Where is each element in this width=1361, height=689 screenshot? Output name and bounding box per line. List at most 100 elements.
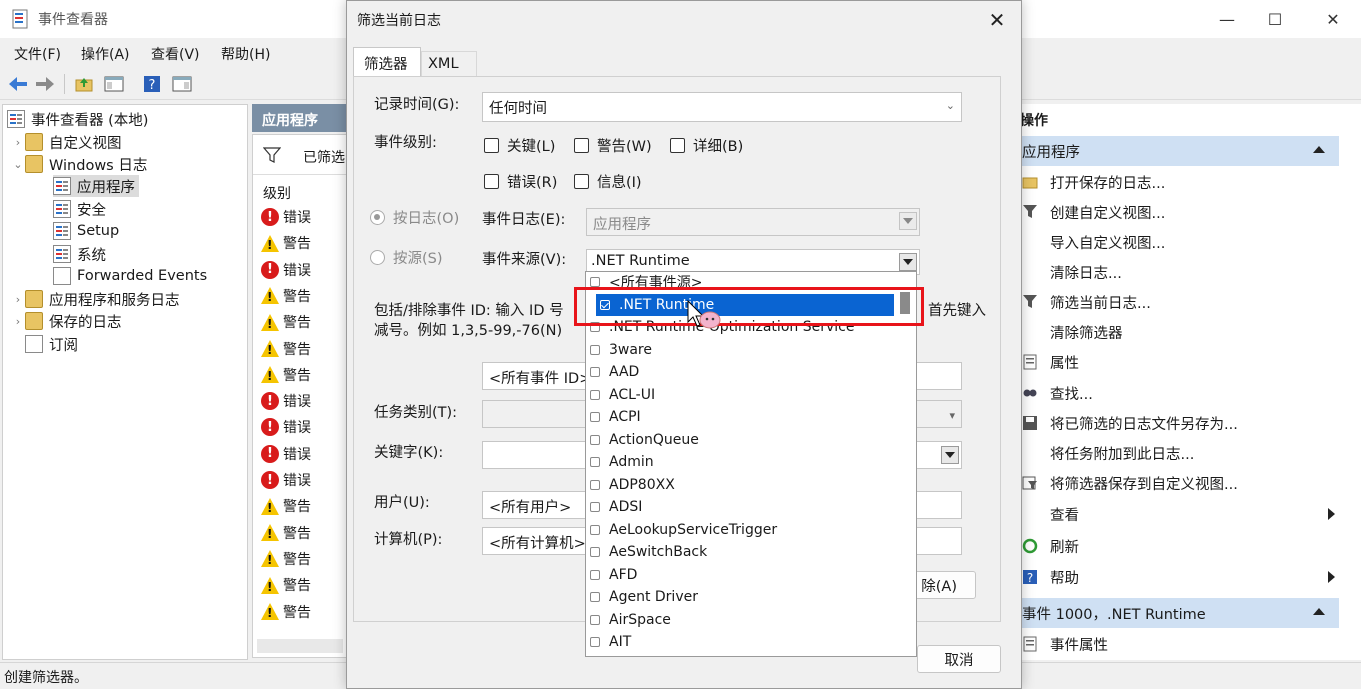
checkbox-icon[interactable] — [590, 344, 600, 355]
dropdown-item[interactable]: AAD — [586, 361, 896, 384]
chevron-right-icon[interactable]: › — [11, 293, 25, 306]
tree-item-security[interactable]: 安全 — [53, 198, 106, 220]
action-item[interactable]: 查找... — [1050, 383, 1093, 404]
horizontal-scrollbar[interactable] — [257, 639, 343, 653]
action-item[interactable]: 帮助 — [1050, 567, 1079, 588]
action-event-properties[interactable]: 事件属性 — [1050, 634, 1108, 655]
table-row[interactable]: 警告 — [261, 547, 311, 571]
checkbox-icon[interactable] — [590, 277, 600, 288]
checkbox-icon[interactable] — [590, 637, 600, 648]
action-item[interactable]: 清除日志... — [1050, 262, 1122, 283]
table-row[interactable]: 警告 — [261, 494, 311, 518]
help-icon[interactable]: ? — [140, 72, 164, 96]
dropdown-item[interactable]: AFD — [586, 564, 896, 587]
table-row[interactable]: 警告 — [261, 284, 311, 308]
tree-item-saved-logs[interactable]: › 保存的日志 — [11, 310, 122, 332]
action-item[interactable]: 清除筛选器 — [1050, 322, 1123, 343]
action-item[interactable]: 查看 — [1050, 504, 1079, 525]
checkbox-icon[interactable] — [590, 614, 600, 625]
table-row[interactable]: 警告 — [261, 600, 311, 624]
dropdown-item[interactable]: AeLookupServiceTrigger — [586, 519, 896, 542]
show-action-pane-icon[interactable] — [170, 72, 194, 96]
chevron-down-icon[interactable]: ⌄ — [11, 158, 25, 171]
table-row[interactable]: ! 错误 — [261, 442, 311, 466]
actions-section-application[interactable]: 应用程序 — [1020, 136, 1339, 166]
menu-action[interactable]: 操作(A) — [81, 44, 130, 64]
action-item[interactable]: 导入自定义视图... — [1050, 232, 1165, 253]
maximize-button[interactable]: ☐ — [1252, 6, 1298, 32]
tree-root[interactable]: 事件查看器 (本地) — [7, 108, 148, 130]
action-item[interactable]: 筛选当前日志... — [1050, 292, 1151, 313]
radio-by-log[interactable]: 按日志(O) — [370, 207, 459, 228]
dropdown-item[interactable]: ACL-UI — [586, 384, 896, 407]
menu-view[interactable]: 查看(V) — [151, 44, 200, 64]
dropdown-item[interactable]: 3ware — [586, 339, 896, 362]
table-row[interactable]: ! 错误 — [261, 415, 311, 439]
dropdown-arrow-icon[interactable] — [941, 446, 959, 464]
dropdown-item[interactable]: ADP80XX — [586, 474, 896, 497]
checkbox-icon[interactable] — [590, 547, 600, 558]
dropdown-item[interactable]: ActionQueue — [586, 429, 896, 452]
checkbox-error[interactable]: 错误(R) — [484, 171, 557, 192]
dropdown-item[interactable]: Admin — [586, 451, 896, 474]
tree-item-subscriptions[interactable]: 订阅 — [25, 333, 78, 355]
radio-by-source[interactable]: 按源(S) — [370, 247, 443, 268]
checkbox-icon[interactable] — [590, 524, 600, 535]
checkbox-icon[interactable] — [590, 389, 600, 400]
action-item[interactable]: 将筛选器保存到自定义视图... — [1050, 473, 1238, 494]
actions-section-event[interactable]: 事件 1000，.NET Runtime — [1020, 598, 1339, 628]
table-row[interactable]: ! 错误 — [261, 389, 311, 413]
table-row[interactable]: ! 错误 — [261, 468, 311, 492]
dropdown-item[interactable]: ADSI — [586, 496, 896, 519]
collapse-icon[interactable] — [1313, 608, 1325, 615]
dropdown-arrow-icon[interactable] — [899, 253, 917, 271]
cancel-button[interactable]: 取消 — [917, 645, 1001, 673]
dropdown-item[interactable]: AeSwitchBack — [586, 541, 896, 564]
tab-filter[interactable]: 筛选器 — [353, 47, 421, 77]
checkbox-warning[interactable]: 警告(W) — [574, 135, 652, 156]
tab-xml[interactable]: XML — [421, 51, 477, 77]
forward-arrow-icon[interactable] — [33, 72, 57, 96]
menu-file[interactable]: 文件(F) — [14, 44, 61, 64]
tree-item-system[interactable]: 系统 — [53, 243, 106, 265]
checkbox-icon[interactable] — [590, 592, 600, 603]
table-row[interactable]: 警告 — [261, 231, 311, 255]
tree-item-forwarded-events[interactable]: Forwarded Events — [53, 265, 207, 287]
column-header-level[interactable]: 级别 — [263, 183, 291, 203]
checkbox-icon[interactable] — [590, 412, 600, 423]
action-item[interactable]: 刷新 — [1050, 536, 1079, 557]
action-item[interactable]: 属性 — [1050, 352, 1079, 373]
table-row[interactable]: ! 错误 — [261, 258, 311, 282]
checkbox-icon[interactable] — [590, 457, 600, 468]
checkbox-icon[interactable] — [590, 367, 600, 378]
tree-item-windows-logs[interactable]: ⌄ Windows 日志 — [11, 153, 147, 175]
tree-item-custom-views[interactable]: › 自定义视图 — [11, 131, 122, 153]
dropdown-item[interactable]: AirSpace — [586, 609, 896, 632]
table-row[interactable]: 警告 — [261, 573, 311, 597]
action-item[interactable]: 创建自定义视图... — [1050, 202, 1165, 223]
action-item[interactable]: 将已筛选的日志文件另存为... — [1050, 413, 1238, 434]
action-item[interactable]: 打开保存的日志... — [1050, 172, 1165, 193]
table-row[interactable]: 警告 — [261, 521, 311, 545]
close-icon[interactable]: ✕ — [983, 7, 1011, 33]
table-row[interactable]: 警告 — [261, 310, 311, 334]
action-item[interactable]: 将任务附加到此日志... — [1050, 443, 1194, 464]
tree-item-application[interactable]: 应用程序 — [53, 175, 139, 197]
table-row[interactable]: ! 错误 — [261, 205, 311, 229]
menu-help[interactable]: 帮助(H) — [221, 44, 270, 64]
tree-item-setup[interactable]: Setup — [53, 220, 119, 242]
back-arrow-icon[interactable] — [6, 72, 30, 96]
checkbox-icon[interactable] — [590, 569, 600, 580]
chevron-right-icon[interactable]: › — [11, 136, 25, 149]
minimize-button[interactable]: — — [1204, 6, 1250, 32]
close-button[interactable]: ✕ — [1310, 6, 1356, 32]
collapse-icon[interactable] — [1313, 146, 1325, 153]
table-row[interactable]: 警告 — [261, 337, 311, 361]
show-tree-icon[interactable] — [102, 72, 126, 96]
table-row[interactable]: 警告 — [261, 363, 311, 387]
logged-time-select[interactable]: 任何时间 ⌄ — [482, 92, 962, 122]
dropdown-item[interactable]: AIT — [586, 631, 896, 654]
checkbox-information[interactable]: 信息(I) — [574, 171, 642, 192]
dropdown-item[interactable]: ACPI — [586, 406, 896, 429]
up-folder-icon[interactable] — [72, 72, 96, 96]
